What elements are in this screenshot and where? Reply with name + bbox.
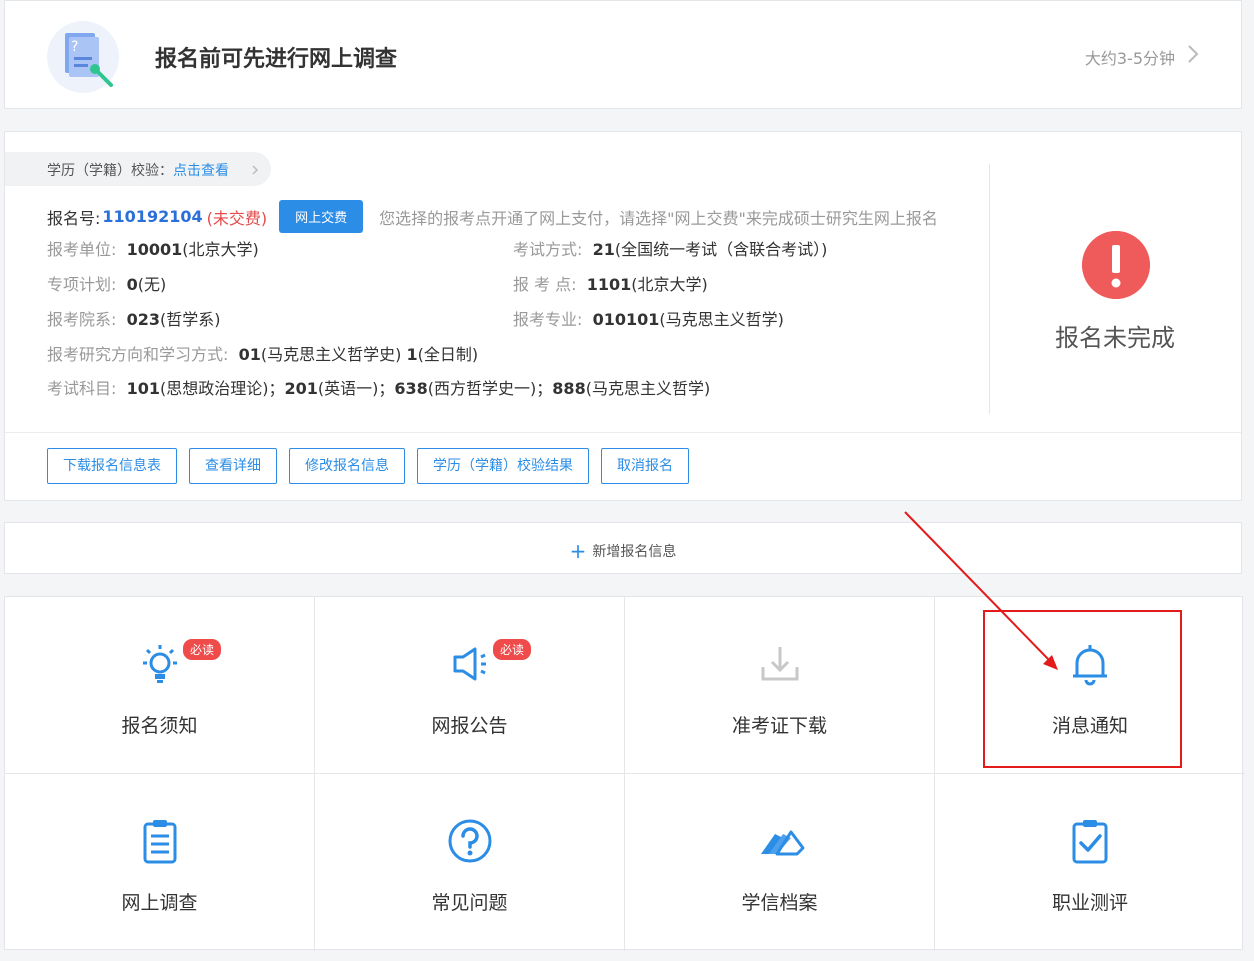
field-mode-label: 考试方式: <box>513 240 583 259</box>
lightbulb-icon <box>143 645 177 683</box>
megaphone-icon <box>453 647 486 681</box>
tile-label: 网上调查 <box>121 892 198 914</box>
survey-illustration-icon: ? <box>47 21 119 93</box>
field-site: 报 考 点: 1101(北京大学) <box>513 271 708 295</box>
tile-label: 常见问题 <box>431 892 508 914</box>
field-subjects-label: 考试科目: <box>47 379 117 398</box>
field-dept: 报考院系: 023(哲学系) <box>47 306 220 330</box>
must-read-badge: 必读 <box>183 639 222 660</box>
online-pay-button[interactable]: 网上交费 <box>279 200 364 233</box>
field-mode-code: 21 <box>592 240 615 259</box>
download-tray-icon <box>761 647 799 681</box>
field-major-code: 010101 <box>592 310 660 329</box>
subject-4-name: (马克思主义哲学) <box>585 379 711 398</box>
subject-3-name: (西方哲学史一)； <box>427 379 553 398</box>
survey-title: 报名前可先进行网上调查 <box>155 47 398 72</box>
field-site-code: 1101 <box>586 275 632 294</box>
field-dept-name: (哲学系) <box>159 310 221 329</box>
field-site-name: (北京大学) <box>631 275 708 294</box>
field-plan-name: (无) <box>137 275 167 294</box>
svg-text:?: ? <box>71 39 78 55</box>
field-major: 报考专业: 010101(马克思主义哲学) <box>513 306 784 330</box>
must-read-badge: 必读 <box>493 639 532 660</box>
field-unit-code: 10001 <box>126 240 183 259</box>
tile-survey[interactable]: 网上调查 <box>5 774 315 951</box>
pay-note: 您选择的报考点开通了网上支付，请选择"网上交费"来完成硕士研究生网上报名 <box>379 208 938 228</box>
field-direction-code: 01 <box>238 345 261 364</box>
chevron-right-icon <box>252 165 259 175</box>
field-dept-label: 报考院系: <box>47 310 117 329</box>
tile-announcement[interactable]: 必读 网报公告 <box>315 597 625 774</box>
chevron-right-icon[interactable] <box>1185 43 1201 65</box>
registration-number-row: 报名号: 110192104 (未交费) 网上交费 您选择的报考点开通了网上支付… <box>47 200 938 233</box>
subject-4-code: 888 <box>552 379 586 398</box>
field-site-label: 报 考 点: <box>513 275 577 294</box>
field-plan-label: 专项计划: <box>47 275 117 294</box>
tile-label: 学信档案 <box>741 892 818 914</box>
status-divider <box>989 164 990 414</box>
registration-card: 学历（学籍）校验：点击查看 报名号: 110192104 (未交费) 网上交费 … <box>4 131 1242 501</box>
verify-tag[interactable]: 学历（学籍）校验：点击查看 <box>5 152 271 186</box>
cancel-registration-button[interactable]: 取消报名 <box>601 448 689 484</box>
tile-chsi-archive[interactable]: 学信档案 <box>625 774 935 951</box>
add-registration-button[interactable]: + 新增报名信息 <box>4 522 1242 574</box>
subject-1-name: (思想政治理论)； <box>159 379 285 398</box>
survey-duration: 大约3-5分钟 <box>1084 49 1175 68</box>
tile-label: 网报公告 <box>431 715 508 737</box>
tile-label: 职业测评 <box>1051 892 1128 914</box>
add-registration-label: 新增报名信息 <box>592 544 677 560</box>
subject-2-name: (英语一)； <box>317 379 395 398</box>
verify-link[interactable]: 点击查看 <box>173 163 229 179</box>
verify-result-button[interactable]: 学历（学籍）校验结果 <box>417 448 589 484</box>
tile-label: 准考证下载 <box>731 715 827 737</box>
edit-registration-button[interactable]: 修改报名信息 <box>289 448 405 484</box>
reg-no-label: 报名号: <box>47 208 101 228</box>
view-details-button[interactable]: 查看详细 <box>189 448 277 484</box>
reg-no-value: 110192104 <box>102 207 203 226</box>
field-unit-label: 报考单位: <box>47 240 117 259</box>
survey-banner[interactable]: ? 报名前可先进行网上调查 大约3-5分钟 <box>4 0 1242 109</box>
verify-label: 学历（学籍）校验： <box>47 163 173 179</box>
question-circle-icon <box>448 819 492 863</box>
field-study-code: 1 <box>406 345 418 364</box>
field-dept-code: 023 <box>126 310 160 329</box>
field-major-name: (马克思主义哲学) <box>659 310 784 329</box>
field-subjects: 考试科目: 101(思想政治理论)；201(英语一)；638(西方哲学史一)；8… <box>47 375 710 399</box>
annotation-highlight-box <box>983 610 1182 768</box>
field-plan-code: 0 <box>126 275 138 294</box>
tile-career-assessment[interactable]: 职业测评 <box>935 774 1245 951</box>
field-plan: 专项计划: 0(无) <box>47 271 166 295</box>
actions-divider <box>5 432 1241 433</box>
exclamation-icon <box>1082 231 1150 299</box>
download-form-button[interactable]: 下载报名信息表 <box>47 448 177 484</box>
clipboard-list-icon <box>143 820 177 864</box>
archive-cards-icon <box>761 830 805 856</box>
field-mode-name: (全国统一考试（含联合考试）) <box>614 240 828 259</box>
field-exam-mode: 考试方式: 21(全国统一考试（含联合考试）) <box>513 236 827 260</box>
tile-admission-ticket[interactable]: 准考证下载 <box>625 597 935 774</box>
field-unit-name: (北京大学) <box>182 240 259 259</box>
unpaid-status: (未交费) <box>206 208 268 228</box>
registration-status: 报名未完成 <box>1055 324 1175 352</box>
field-direction-name: (马克思主义哲学史) <box>260 345 402 364</box>
tile-label: 报名须知 <box>121 715 198 737</box>
subject-2-code: 201 <box>284 379 318 398</box>
field-major-label: 报考专业: <box>513 310 583 329</box>
field-study-name: (全日制) <box>417 345 479 364</box>
tile-notice[interactable]: 必读 报名须知 <box>5 597 315 774</box>
action-buttons: 下载报名信息表 查看详细 修改报名信息 学历（学籍）校验结果 取消报名 <box>47 448 689 484</box>
tile-faq[interactable]: 常见问题 <box>315 774 625 951</box>
clipboard-check-icon <box>1072 820 1108 864</box>
plus-icon: + <box>569 539 587 563</box>
field-direction: 报考研究方向和学习方式: 01(马克思主义哲学史) 1(全日制) <box>47 341 478 365</box>
field-unit: 报考单位: 10001(北京大学) <box>47 236 259 260</box>
subject-3-code: 638 <box>394 379 428 398</box>
subject-1-code: 101 <box>126 379 160 398</box>
field-direction-label: 报考研究方向和学习方式: <box>47 345 229 364</box>
